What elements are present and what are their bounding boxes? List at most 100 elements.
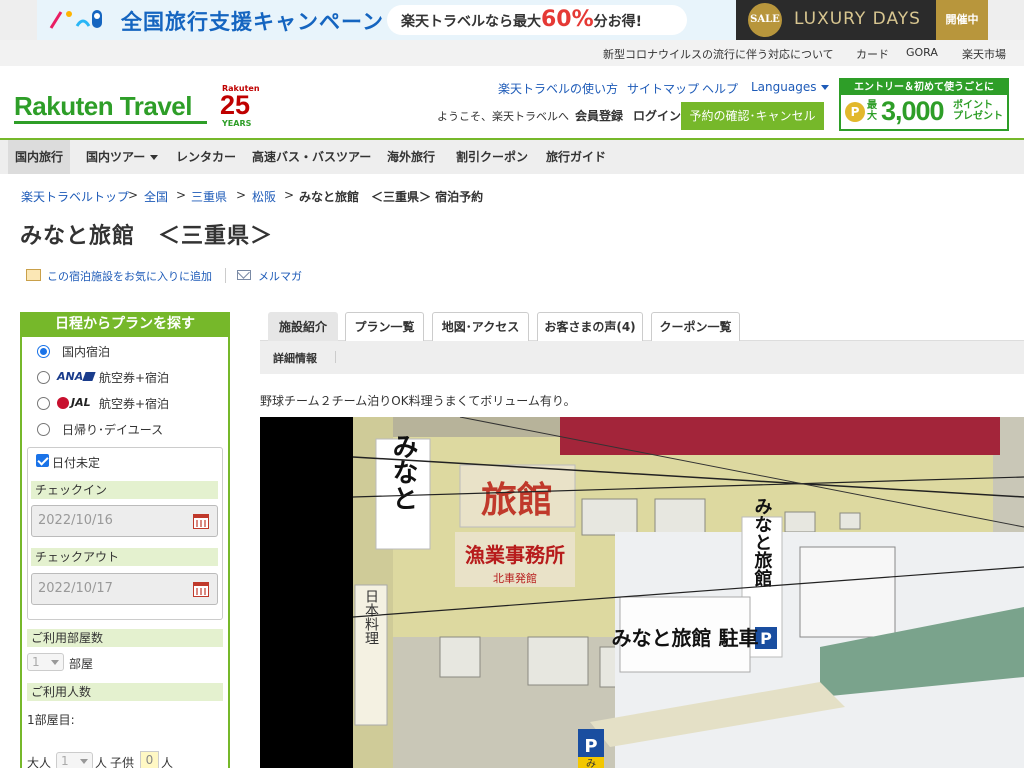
search-panel-title: 日程からプランを探す [20,312,230,337]
breadcrumb-mie[interactable]: 三重県 [191,188,227,205]
tab-plan-list[interactable]: プラン一覧 [345,312,424,341]
tab-facility-intro[interactable]: 施設紹介 [268,312,338,341]
breadcrumb-matsusaka[interactable]: 松阪 [252,188,276,205]
guests-label: ご利用人数 [27,683,223,701]
nav-domestic-tour[interactable]: 国内ツアー [79,140,165,174]
nav-overseas-travel[interactable]: 海外旅行 [380,140,442,174]
checkin-date-input[interactable]: 2022/10/16 [31,505,218,537]
gora-link[interactable]: GORA [906,46,938,59]
divider [225,268,226,283]
tab-reviews[interactable]: お客さまの声(4) [537,312,643,341]
luxury-days-banner[interactable]: SALE LUXURY DAYS [736,0,936,40]
breadcrumb-separator: > [236,188,247,202]
chevron-down-icon [821,85,830,90]
chevron-down-icon [51,660,59,665]
photo-sign-p-sub: み [586,759,596,768]
nav-highway-bus[interactable]: 高速バス・バスツアー [245,140,378,174]
favorite-folder-icon [26,269,41,281]
entry-max-label: 最大 [867,100,877,122]
checkout-date-input[interactable]: 2022/10/17 [31,573,218,605]
breadcrumb-top[interactable]: 楽天トラベルトップ [21,188,129,205]
sitemap-link[interactable]: サイトマップ [627,80,699,97]
option-jal-label: 航空券+宿泊 [99,397,170,411]
photo-sign-vertical-right: みなと旅館 [752,497,773,588]
logo-underline [14,121,207,124]
nav-rental-car[interactable]: レンタカー [169,140,243,174]
subtab-details[interactable]: 詳細情報 [273,350,317,366]
radio-domestic-stay[interactable] [37,345,50,358]
nav-discount-coupon[interactable]: 割引クーポン [449,140,535,174]
travel-support-campaign-banner[interactable]: 全国旅行支援キャンペーン 楽天トラベルなら最大60%分お得! [37,0,736,40]
login-link[interactable]: ログイン [633,107,681,124]
option-domestic-stay-label: 国内宿泊 [62,345,111,359]
child-count-input[interactable]: 0 [140,751,159,768]
rooms-select[interactable]: 1 [27,653,64,671]
entry-point-amount: 3,000 [881,96,945,126]
radio-day-use[interactable] [37,423,50,436]
breadcrumb-separator: > [284,188,295,202]
photo-sign-narrow: 日本料理 [363,589,379,645]
site-header: Rakuten Travel Rakuten 25 YEARS 楽天トラベルの使… [0,66,1024,138]
jal-logo: JAL [71,396,91,409]
child-unit: 人 [161,756,174,768]
campaign-discount-pill: 楽天トラベルなら最大60%分お得! [387,5,687,35]
languages-menu[interactable]: Languages [751,80,830,94]
checkin-date-value: 2022/10/16 [38,513,113,528]
adult-count-select[interactable]: 1 [56,752,93,768]
option-ana-label: 航空券+宿泊 [99,371,170,385]
25-years-logo: Rakuten 25 YEARS [220,84,260,130]
luxury-days-text: LUXURY DAYS [794,9,921,29]
calendar-icon[interactable] [193,514,209,529]
page-title: みなと旅館 ＜三重県＞ [20,224,274,249]
languages-label: Languages [751,80,817,94]
adult-unit: 人 [95,756,108,768]
checkbox-checked-icon[interactable] [36,454,49,467]
entry-point-banner[interactable]: エントリー＆初めて使うごとに P 最大 3,000 ポイント プレゼント [839,78,1009,131]
reservation-confirm-button[interactable]: 予約の確認･キャンセル [681,102,824,130]
photo-sign-kanji: 旅館 [481,479,553,521]
nav-domestic-travel[interactable]: 国内旅行 [8,140,71,174]
register-link[interactable]: 会員登録 [575,107,623,124]
photo-sign-p-upper: P [760,629,772,648]
photo-sign-red-small: 北車発館 [493,571,537,585]
mail-icon [237,270,251,280]
child-label: 子供 [110,756,135,768]
rakuten-ichiba-link[interactable]: 楽天市場 [962,46,1006,62]
catch-copy: 野球チーム２チーム泊りOK料理うまくてボリューム有り。 [260,394,576,408]
confetti-icon [49,10,102,29]
calendar-icon[interactable] [193,582,209,597]
adult-label: 大人 [27,756,52,768]
jal-crane-icon [57,397,69,409]
how-to-use-link[interactable]: 楽天トラベルの使い方 [498,80,618,97]
radio-ana[interactable] [37,371,50,384]
global-nav: 国内旅行 国内ツアー レンタカー 高速バス・バスツアー 海外旅行 割引クーポン … [0,138,1024,174]
entry-unit-line1: ポイント [953,100,993,111]
breadcrumb-current: みなと旅館 ＜三重県＞ 宿泊予約 [299,190,484,204]
facility-photo-svg: みなと 旅館 漁業事務所 北車発館 日本料理 みなと旅館 P みなと旅館 駐車 … [260,417,1024,768]
promo-banner[interactable]: 全国旅行支援キャンペーン 楽天トラベルなら最大60%分お得! SALE LUXU… [0,0,1024,40]
breadcrumb-nationwide[interactable]: 全国 [144,188,168,205]
checkout-label: チェックアウト [31,548,218,566]
nav-travel-guide[interactable]: 旅行ガイド [539,140,613,174]
utility-bar: 新型コロナウイルスの流行に伴う対応について カード GORA 楽天市場 [0,40,1024,66]
photo-sign-red-banner: 漁業事務所 [465,543,565,567]
tab-map-access[interactable]: 地図･アクセス [432,312,529,341]
card-link[interactable]: カード [856,46,889,62]
nav-domestic-tour-label: 国内ツアー [86,150,146,164]
chevron-down-icon [150,155,159,160]
anniv-years: YEARS [222,119,252,128]
ana-logo: ANA [57,370,84,383]
covid-notice-link[interactable]: 新型コロナウイルスの流行に伴う対応について [603,46,834,62]
anniv-number: 25 [220,90,251,120]
room1-label: 1部屋目: [27,713,75,727]
pill-percent: 60% [541,7,594,32]
help-link[interactable]: ヘルプ [702,80,738,97]
rooms-select-value: 1 [32,655,40,669]
radio-jal[interactable] [37,397,50,410]
pill-suffix: 分お得! [593,14,643,30]
pill-prefix: 楽天トラベルなら最大 [401,14,541,30]
rakuten-travel-logo[interactable]: Rakuten Travel [14,91,192,122]
adult-count-value: 1 [61,754,69,768]
option-day-use-label: 日帰り･デイユース [62,423,164,437]
tab-coupons[interactable]: クーポン一覧 [651,312,740,341]
